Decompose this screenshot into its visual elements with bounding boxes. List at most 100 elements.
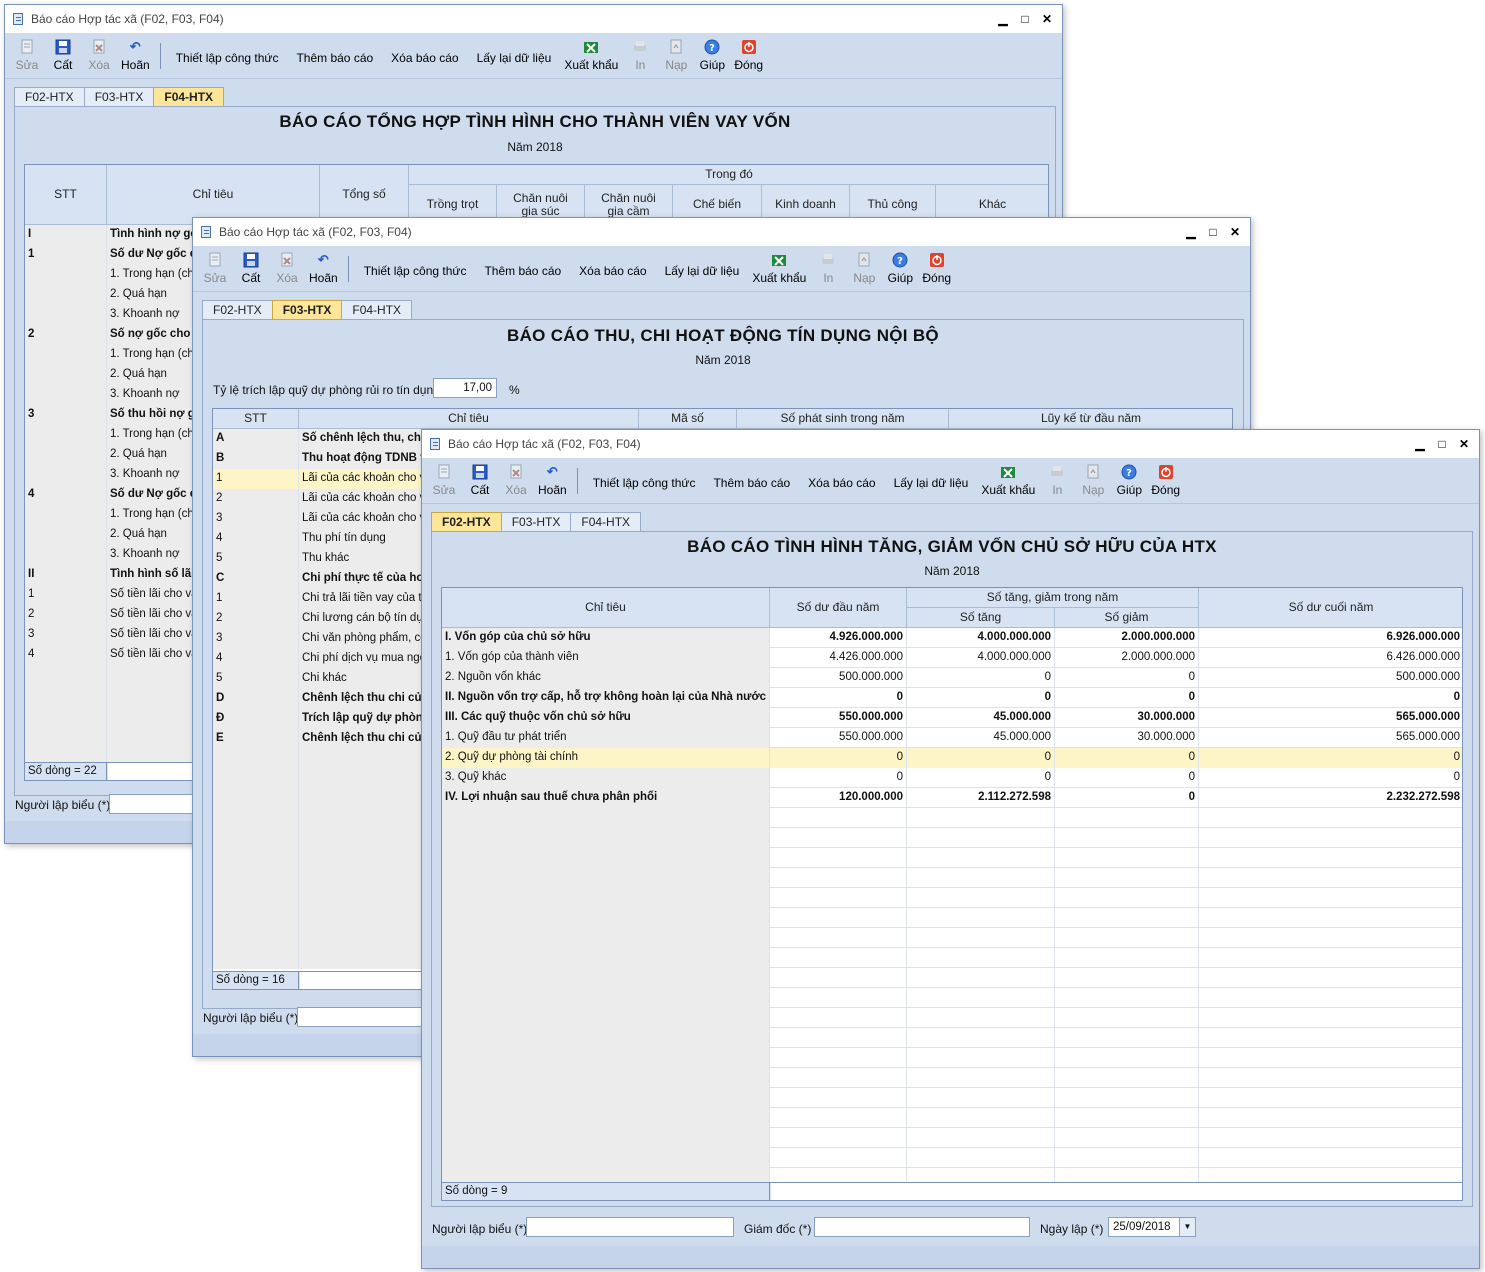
chitieu-cell[interactable] bbox=[442, 1028, 770, 1048]
formula-button[interactable]: Thiết lập công thức bbox=[176, 47, 279, 65]
add-report-button[interactable]: Thêm báo cáo bbox=[713, 472, 790, 490]
print-button[interactable]: In bbox=[626, 35, 654, 77]
minimize-icon[interactable]: ▁ bbox=[1180, 225, 1202, 239]
table-row[interactable]: I. Vốn góp của chủ sở hữu 4.926.000.000 4.… bbox=[442, 628, 1462, 648]
stt-cell[interactable]: 2 bbox=[213, 609, 299, 629]
value-cell-giam[interactable] bbox=[1055, 888, 1199, 908]
delete-button[interactable]: Xóa bbox=[273, 248, 301, 290]
value-cell-dau[interactable] bbox=[770, 948, 907, 968]
tab-f03-htx[interactable]: F03-HTX bbox=[500, 512, 572, 532]
value-cell-cuoi[interactable] bbox=[1199, 928, 1462, 948]
value-cell-tang[interactable] bbox=[907, 928, 1055, 948]
delete-report-button[interactable]: Xóa báo cáo bbox=[391, 47, 458, 65]
chitieu-cell[interactable]: IV. Lợi nhuận sau thuế chưa phân phối bbox=[442, 788, 770, 808]
table-row[interactable] bbox=[442, 1008, 1462, 1028]
table-row[interactable]: 3. Quỹ khác 0 0 0 0 bbox=[442, 768, 1462, 788]
value-cell-cuoi[interactable] bbox=[1199, 808, 1462, 828]
value-cell-cuoi[interactable] bbox=[1199, 868, 1462, 888]
formula-button[interactable]: Thiết lập công thức bbox=[364, 260, 467, 278]
value-cell-tang[interactable]: 0 bbox=[907, 748, 1055, 768]
preparer-input[interactable] bbox=[526, 1217, 734, 1237]
value-cell-giam[interactable] bbox=[1055, 1028, 1199, 1048]
chitieu-cell[interactable]: 2. Nguồn vốn khác bbox=[442, 668, 770, 688]
title-bar[interactable]: Báo cáo Hợp tác xã (F02, F03, F04) ▁ □ ✕ bbox=[193, 218, 1250, 246]
value-cell-giam[interactable]: 0 bbox=[1055, 748, 1199, 768]
provision-rate-input[interactable]: 17,00 bbox=[433, 378, 497, 398]
value-cell-tang[interactable] bbox=[907, 988, 1055, 1008]
stt-cell[interactable] bbox=[213, 909, 299, 929]
value-cell-giam[interactable]: 2.000.000.000 bbox=[1055, 628, 1199, 648]
stt-cell[interactable] bbox=[25, 425, 107, 445]
value-cell-tang[interactable]: 0 bbox=[907, 688, 1055, 708]
tab-f02-htx[interactable]: F02-HTX bbox=[431, 512, 502, 532]
stt-cell[interactable]: 4 bbox=[25, 485, 107, 505]
value-cell-dau[interactable] bbox=[770, 1028, 907, 1048]
value-cell-giam[interactable] bbox=[1055, 1148, 1199, 1168]
print-button[interactable]: In bbox=[814, 248, 842, 290]
chitieu-cell[interactable] bbox=[442, 848, 770, 868]
value-cell-tang[interactable] bbox=[907, 1128, 1055, 1148]
date-picker[interactable]: 25/09/2018 ▼ bbox=[1108, 1217, 1196, 1237]
value-cell-tang[interactable]: 4.000.000.000 bbox=[907, 628, 1055, 648]
chitieu-cell[interactable] bbox=[442, 828, 770, 848]
value-cell-dau[interactable]: 0 bbox=[770, 768, 907, 788]
value-cell-tang[interactable] bbox=[907, 1068, 1055, 1088]
tab-f03-htx[interactable]: F03-HTX bbox=[83, 87, 155, 107]
stt-cell[interactable] bbox=[213, 749, 299, 769]
minimize-icon[interactable]: ▁ bbox=[992, 12, 1014, 26]
stt-cell[interactable]: 5 bbox=[213, 549, 299, 569]
stt-cell[interactable] bbox=[213, 889, 299, 909]
add-report-button[interactable]: Thêm báo cáo bbox=[296, 47, 373, 65]
export-button[interactable]: Xuất khẩu bbox=[752, 248, 806, 290]
chitieu-cell[interactable]: 1. Quỹ đầu tư phát triển bbox=[442, 728, 770, 748]
value-cell-giam[interactable] bbox=[1055, 808, 1199, 828]
table-row[interactable] bbox=[442, 888, 1462, 908]
value-cell-cuoi[interactable] bbox=[1199, 948, 1462, 968]
maximize-icon[interactable]: □ bbox=[1202, 225, 1224, 239]
value-cell-cuoi[interactable] bbox=[1199, 1088, 1462, 1108]
value-cell-tang[interactable] bbox=[907, 1108, 1055, 1128]
export-button[interactable]: Xuất khẩu bbox=[981, 460, 1035, 502]
save-button[interactable]: Cất bbox=[49, 35, 77, 77]
table-row[interactable] bbox=[442, 1028, 1462, 1048]
chitieu-cell[interactable] bbox=[442, 1008, 770, 1028]
stt-cell[interactable]: 2 bbox=[213, 489, 299, 509]
stt-cell[interactable] bbox=[213, 869, 299, 889]
chitieu-cell[interactable] bbox=[442, 868, 770, 888]
value-cell-giam[interactable] bbox=[1055, 868, 1199, 888]
value-cell-tang[interactable] bbox=[907, 1028, 1055, 1048]
value-cell-cuoi[interactable]: 6.926.000.000 bbox=[1199, 628, 1462, 648]
stt-cell[interactable]: 5 bbox=[213, 669, 299, 689]
add-report-button[interactable]: Thêm báo cáo bbox=[484, 260, 561, 278]
stt-cell[interactable]: 4 bbox=[213, 529, 299, 549]
stt-cell[interactable]: 3 bbox=[25, 405, 107, 425]
stt-cell[interactable] bbox=[25, 665, 107, 685]
table-row[interactable] bbox=[442, 1068, 1462, 1088]
value-cell-giam[interactable] bbox=[1055, 1128, 1199, 1148]
value-cell-dau[interactable] bbox=[770, 908, 907, 928]
table-row[interactable] bbox=[442, 948, 1462, 968]
value-cell-giam[interactable] bbox=[1055, 1008, 1199, 1028]
value-cell-tang[interactable] bbox=[907, 1088, 1055, 1108]
value-cell-giam[interactable]: 0 bbox=[1055, 668, 1199, 688]
reload-data-button[interactable]: Lấy lại dữ liệu bbox=[894, 472, 969, 490]
chitieu-cell[interactable]: 2. Quỹ dự phòng tài chính bbox=[442, 748, 770, 768]
value-cell-cuoi[interactable] bbox=[1199, 1068, 1462, 1088]
stt-cell[interactable]: 3 bbox=[25, 625, 107, 645]
table-row[interactable] bbox=[442, 868, 1462, 888]
value-cell-dau[interactable] bbox=[770, 1128, 907, 1148]
stt-cell[interactable] bbox=[213, 949, 299, 969]
table-row[interactable] bbox=[442, 908, 1462, 928]
delete-button[interactable]: Xóa bbox=[502, 460, 530, 502]
value-cell-cuoi[interactable] bbox=[1199, 1108, 1462, 1128]
help-button[interactable]: ? Giúp bbox=[1115, 460, 1143, 502]
value-cell-tang[interactable] bbox=[907, 888, 1055, 908]
value-cell-tang[interactable] bbox=[907, 908, 1055, 928]
value-cell-dau[interactable] bbox=[770, 1068, 907, 1088]
value-cell-giam[interactable] bbox=[1055, 948, 1199, 968]
value-cell-giam[interactable] bbox=[1055, 1088, 1199, 1108]
value-cell-cuoi[interactable] bbox=[1199, 1048, 1462, 1068]
value-cell-dau[interactable] bbox=[770, 868, 907, 888]
value-cell-cuoi[interactable] bbox=[1199, 1008, 1462, 1028]
value-cell-tang[interactable]: 0 bbox=[907, 768, 1055, 788]
